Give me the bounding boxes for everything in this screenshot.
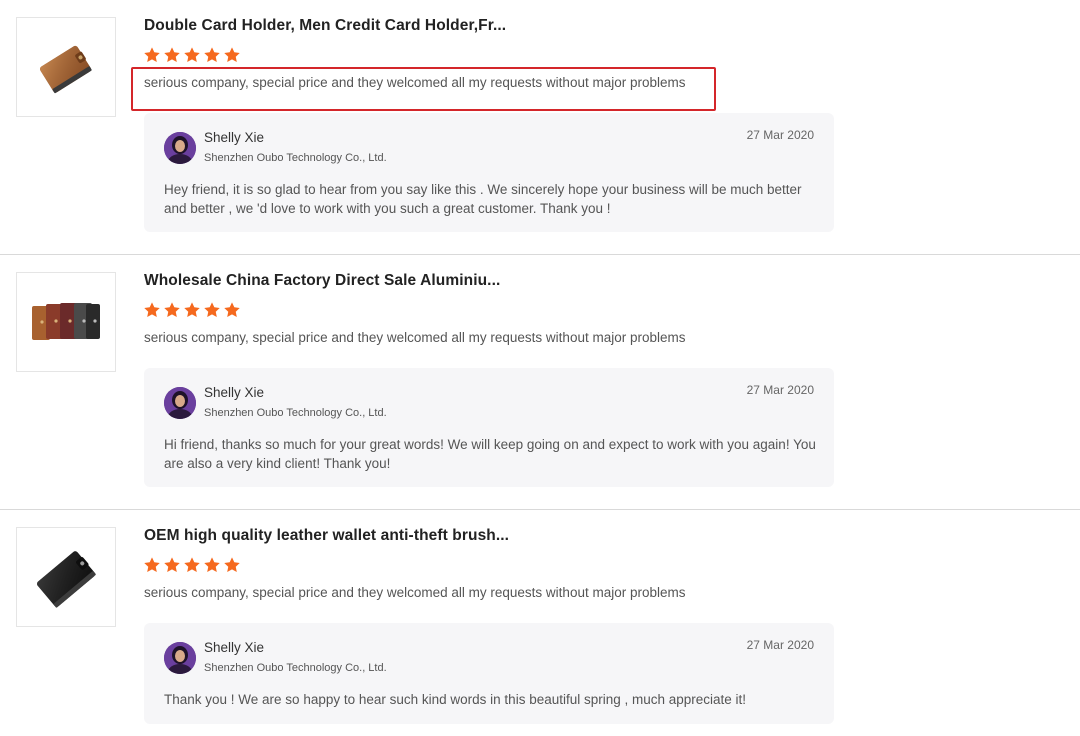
product-title[interactable]: OEM high quality leather wallet anti-the… <box>144 527 509 545</box>
reply-company: Shenzhen Oubo Technology Co., Ltd. <box>204 407 387 419</box>
star-icon <box>144 557 160 573</box>
person-avatar-icon <box>164 387 196 419</box>
review-text: serious company, special price and they … <box>144 585 686 600</box>
reply-company: Shenzhen Oubo Technology Co., Ltd. <box>204 662 387 674</box>
star-rating <box>143 46 241 64</box>
product-title[interactable]: Double Card Holder, Men Credit Card Hold… <box>144 17 506 35</box>
review-item: OEM high quality leather wallet anti-the… <box>0 510 1080 736</box>
multi-color-wallets-icon <box>32 303 100 340</box>
review-text: serious company, special price and they … <box>144 330 686 345</box>
seller-reply: Shelly Xie Shenzhen Oubo Technology Co.,… <box>144 368 834 487</box>
black-leather-wallet-icon <box>37 551 96 608</box>
review-item: Double Card Holder, Men Credit Card Hold… <box>0 0 1080 255</box>
product-thumbnail[interactable] <box>16 17 116 117</box>
star-icon <box>224 47 240 63</box>
star-icon <box>224 557 240 573</box>
avatar <box>164 387 196 419</box>
person-avatar-icon <box>164 642 196 674</box>
review-list: Double Card Holder, Men Credit Card Hold… <box>0 0 1080 736</box>
reply-date: 27 Mar 2020 <box>746 383 814 397</box>
star-icon <box>224 302 240 318</box>
product-thumbnail[interactable] <box>16 527 116 627</box>
star-icon <box>164 302 180 318</box>
star-icon <box>204 557 220 573</box>
review-text: serious company, special price and they … <box>144 75 686 90</box>
star-icon <box>144 47 160 63</box>
star-icon <box>164 557 180 573</box>
reply-company: Shenzhen Oubo Technology Co., Ltd. <box>204 152 387 164</box>
product-title[interactable]: Wholesale China Factory Direct Sale Alum… <box>144 272 500 290</box>
star-icon <box>184 47 200 63</box>
reply-text: Thank you ! We are so happy to hear such… <box>164 692 747 707</box>
avatar <box>164 642 196 674</box>
star-icon <box>184 557 200 573</box>
seller-reply: Shelly Xie Shenzhen Oubo Technology Co.,… <box>144 623 834 724</box>
reply-text: Hi friend, thanks so much for your great… <box>164 437 816 471</box>
review-item: Wholesale China Factory Direct Sale Alum… <box>0 255 1080 510</box>
star-rating <box>143 301 241 319</box>
avatar <box>164 132 196 164</box>
star-rating <box>143 556 241 574</box>
reply-date: 27 Mar 2020 <box>746 638 814 652</box>
reply-date: 27 Mar 2020 <box>746 128 814 142</box>
star-icon <box>144 302 160 318</box>
reply-text: Hey friend, it is so glad to hear from y… <box>164 182 802 216</box>
star-icon <box>204 47 220 63</box>
star-icon <box>164 47 180 63</box>
person-avatar-icon <box>164 132 196 164</box>
reply-author-name: Shelly Xie <box>204 640 265 655</box>
star-icon <box>204 302 220 318</box>
brown-leather-card-holder-icon <box>39 45 92 94</box>
reply-author-name: Shelly Xie <box>204 130 265 145</box>
seller-reply: Shelly Xie Shenzhen Oubo Technology Co.,… <box>144 113 834 232</box>
reply-author-name: Shelly Xie <box>204 385 265 400</box>
product-thumbnail[interactable] <box>16 272 116 372</box>
star-icon <box>184 302 200 318</box>
